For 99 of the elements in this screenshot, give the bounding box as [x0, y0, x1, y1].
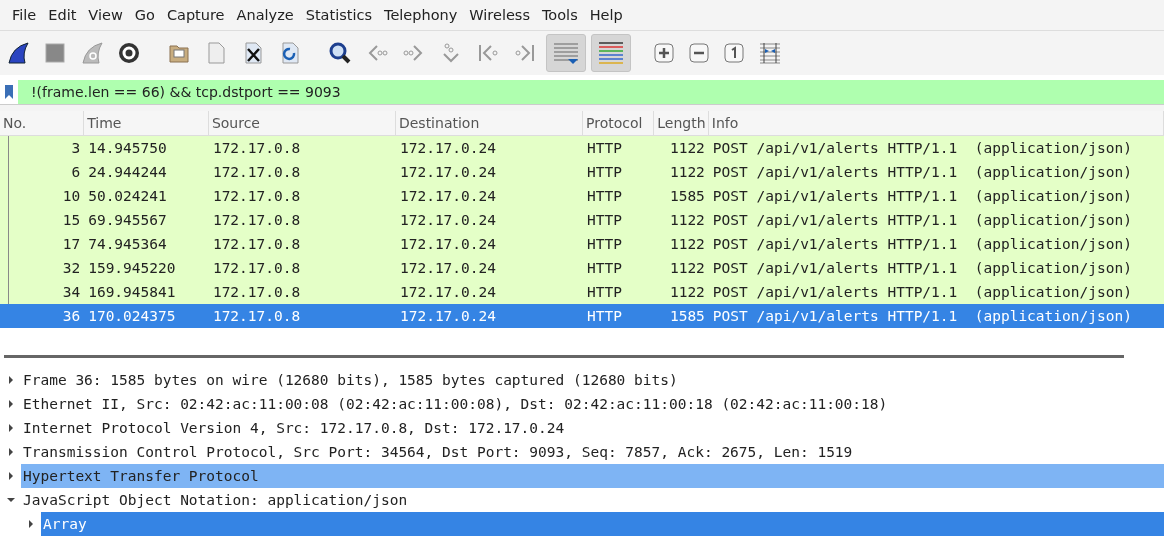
- table-cell-text: HTTP: [586, 307, 623, 326]
- tree-item[interactable]: Frame 36: 1585 bytes on wire (12680 bits), 1585 bytes captured (12680 bits): [21, 368, 1164, 392]
- table-cell-text: 172.17.0.24: [398, 235, 497, 254]
- table-cell-text: HTTP: [586, 283, 623, 302]
- table-cell-text: 14.945750: [87, 139, 168, 158]
- table-cell-text: 172.17.0.24: [398, 211, 497, 230]
- column-header[interactable]: Time: [84, 111, 209, 135]
- tree-item[interactable]: Ethernet II, Src: 02:42:ac:11:00:08 (02:42:ac:11:00:08), Dst: 02:42:ac:11:00:18 (02:42:ac:11:00:18): [21, 392, 1164, 416]
- table-cell-text: POST /api/v1/alerts HTTP/1.1 (application/json): [711, 187, 1133, 206]
- menu-item[interactable]: Edit: [42, 7, 83, 23]
- table-cell-text: HTTP: [586, 163, 623, 182]
- packet-row[interactable]: 36 170.024375 172.17.0.8 172.17.0.24 HTTP 1585 POST /api/v1/alerts HTTP/1.1 (application/json): [0, 304, 1164, 328]
- expand-arrow-icon[interactable]: [6, 471, 16, 481]
- expand-arrow-icon[interactable]: [6, 375, 16, 385]
- tree-item[interactable]: Internet Protocol Version 4, Src: 172.17.0.8, Dst: 172.17.0.24: [21, 416, 1164, 440]
- table-cell-text: 172.17.0.24: [398, 187, 497, 206]
- table-cell-text: 172.17.0.8: [211, 307, 302, 326]
- packet-row[interactable]: 17 74.945364 172.17.0.8 172.17.0.24 HTTP 1122 POST /api/v1/alerts HTTP/1.1 (application/json): [0, 232, 1164, 256]
- table-cell-text: 172.17.0.24: [398, 307, 497, 326]
- colorize-icon[interactable]: [591, 34, 631, 72]
- packet-row[interactable]: 10 50.024241 172.17.0.8 172.17.0.24 HTTP 1585 POST /api/v1/alerts HTTP/1.1 (application/json): [0, 184, 1164, 208]
- packet-row[interactable]: 32 159.945220 172.17.0.8 172.17.0.24 HTTP 1122 POST /api/v1/alerts HTTP/1.1 (application/json): [0, 256, 1164, 280]
- table-cell-text: 74.945364: [87, 235, 168, 254]
- display-filter-field[interactable]: !(frame.len == 66) && tcp.dstport == 9093: [18, 80, 1164, 104]
- table-cell-text: POST /api/v1/alerts HTTP/1.1 (application/json): [711, 211, 1133, 230]
- tree-item[interactable]: Hypertext Transfer Protocol: [21, 464, 1164, 488]
- table-cell-text: 69.945567: [87, 211, 168, 230]
- table-cell-text: 172.17.0.8: [211, 211, 302, 230]
- menu-item[interactable]: Telephony: [378, 7, 464, 23]
- table-cell-text: 172.17.0.24: [398, 163, 497, 182]
- table-cell-text: 3: [70, 139, 82, 158]
- table-cell-text: 172.17.0.24: [398, 139, 497, 158]
- table-cell-text: 1122: [668, 139, 706, 158]
- menu-item[interactable]: Statistics: [299, 7, 378, 23]
- table-cell-text: POST /api/v1/alerts HTTP/1.1 (application/json): [711, 163, 1133, 182]
- table-cell-text: 1122: [668, 211, 706, 230]
- packet-row[interactable]: 3 14.945750 172.17.0.8 172.17.0.24 HTTP 1122 POST /api/v1/alerts HTTP/1.1 (application/json): [0, 136, 1164, 160]
- menu-item[interactable]: View: [82, 7, 129, 23]
- menu-item[interactable]: Wireless: [463, 7, 536, 23]
- packet-row[interactable]: 34 169.945841 172.17.0.8 172.17.0.24 HTTP 1122 POST /api/v1/alerts HTTP/1.1 (application/json): [0, 280, 1164, 304]
- table-cell-text: 172.17.0.8: [211, 139, 302, 158]
- table-cell-text: 10: [61, 187, 82, 206]
- table-cell-text: 169.945841: [87, 283, 177, 302]
- table-cell-text: 1122: [668, 259, 706, 278]
- table-cell-text: 1122: [668, 283, 706, 302]
- menu-item[interactable]: Help: [583, 7, 629, 23]
- packet-row[interactable]: 15 69.945567 172.17.0.8 172.17.0.24 HTTP 1122 POST /api/v1/alerts HTTP/1.1 (application/json): [0, 208, 1164, 232]
- table-cell-text: 172.17.0.24: [398, 283, 497, 302]
- table-cell-text: POST /api/v1/alerts HTTP/1.1 (application/json): [711, 235, 1133, 254]
- table-cell-text: 32: [61, 259, 82, 278]
- menu-item[interactable]: Go: [128, 7, 161, 23]
- table-cell-text: POST /api/v1/alerts HTTP/1.1 (application/json): [711, 139, 1133, 158]
- table-cell-text: 1585: [668, 307, 706, 326]
- table-cell-text: 1585: [668, 187, 706, 206]
- collapse-arrow-icon[interactable]: [6, 495, 16, 505]
- table-cell-text: 170.024375: [87, 307, 177, 326]
- table-cell-text: 50.024241: [87, 187, 168, 206]
- expand-arrow-icon[interactable]: [6, 447, 16, 457]
- table-cell-text: 24.944244: [87, 163, 168, 182]
- table-cell-text: 172.17.0.8: [211, 283, 302, 302]
- menu-item[interactable]: Analyze: [230, 7, 300, 23]
- table-cell-text: 172.17.0.8: [211, 235, 302, 254]
- table-cell-text: HTTP: [586, 187, 623, 206]
- tree-item[interactable]: Array: [41, 512, 1164, 536]
- table-cell-text: 6: [70, 163, 82, 182]
- table-cell-text: 1122: [668, 163, 706, 182]
- table-cell-text: POST /api/v1/alerts HTTP/1.1 (application/json): [711, 307, 1133, 326]
- column-header[interactable]: No.: [0, 111, 85, 135]
- expand-arrow-icon[interactable]: [6, 423, 16, 433]
- table-cell-text: POST /api/v1/alerts HTTP/1.1 (application/json): [711, 259, 1133, 278]
- expand-arrow-icon[interactable]: [6, 399, 16, 409]
- table-cell-text: 1122: [668, 235, 706, 254]
- bookmark-icon[interactable]: [5, 85, 13, 99]
- menu-item[interactable]: File: [6, 7, 43, 23]
- packet-row[interactable]: 6 24.944244 172.17.0.8 172.17.0.24 HTTP 1122 POST /api/v1/alerts HTTP/1.1 (application/json): [0, 160, 1164, 184]
- table-cell-text: 172.17.0.24: [398, 259, 497, 278]
- table-cell-text: HTTP: [586, 211, 623, 230]
- menu-item[interactable]: Capture: [160, 7, 231, 23]
- table-cell-text: HTTP: [586, 235, 623, 254]
- table-cell-text: 172.17.0.8: [211, 187, 302, 206]
- column-header[interactable]: Length: [654, 111, 709, 135]
- column-header[interactable]: Source: [208, 111, 396, 135]
- tree-item[interactable]: Transmission Control Protocol, Src Port: 34564, Dst Port: 9093, Seq: 7857, Ack: 2675, Len: 1519: [21, 440, 1164, 464]
- table-cell-text: HTTP: [586, 139, 623, 158]
- table-cell-text: 172.17.0.8: [211, 259, 302, 278]
- table-cell-text: 172.17.0.8: [211, 163, 302, 182]
- column-header[interactable]: Destination: [395, 111, 583, 135]
- table-cell-text: 15: [61, 211, 82, 230]
- table-cell-text: 17: [61, 235, 82, 254]
- menu-item[interactable]: Tools: [535, 7, 584, 23]
- table-cell-text: POST /api/v1/alerts HTTP/1.1 (application/json): [711, 283, 1133, 302]
- column-header[interactable]: Info: [708, 111, 1164, 135]
- expand-arrow-icon[interactable]: [26, 519, 36, 529]
- table-cell-text: 36: [61, 307, 82, 326]
- table-cell-text: 159.945220: [87, 259, 177, 278]
- column-header[interactable]: Protocol: [583, 111, 655, 135]
- table-cell-text: 34: [61, 283, 82, 302]
- tree-item[interactable]: JavaScript Object Notation: application/json: [21, 488, 1164, 512]
- table-cell-text: HTTP: [586, 259, 623, 278]
